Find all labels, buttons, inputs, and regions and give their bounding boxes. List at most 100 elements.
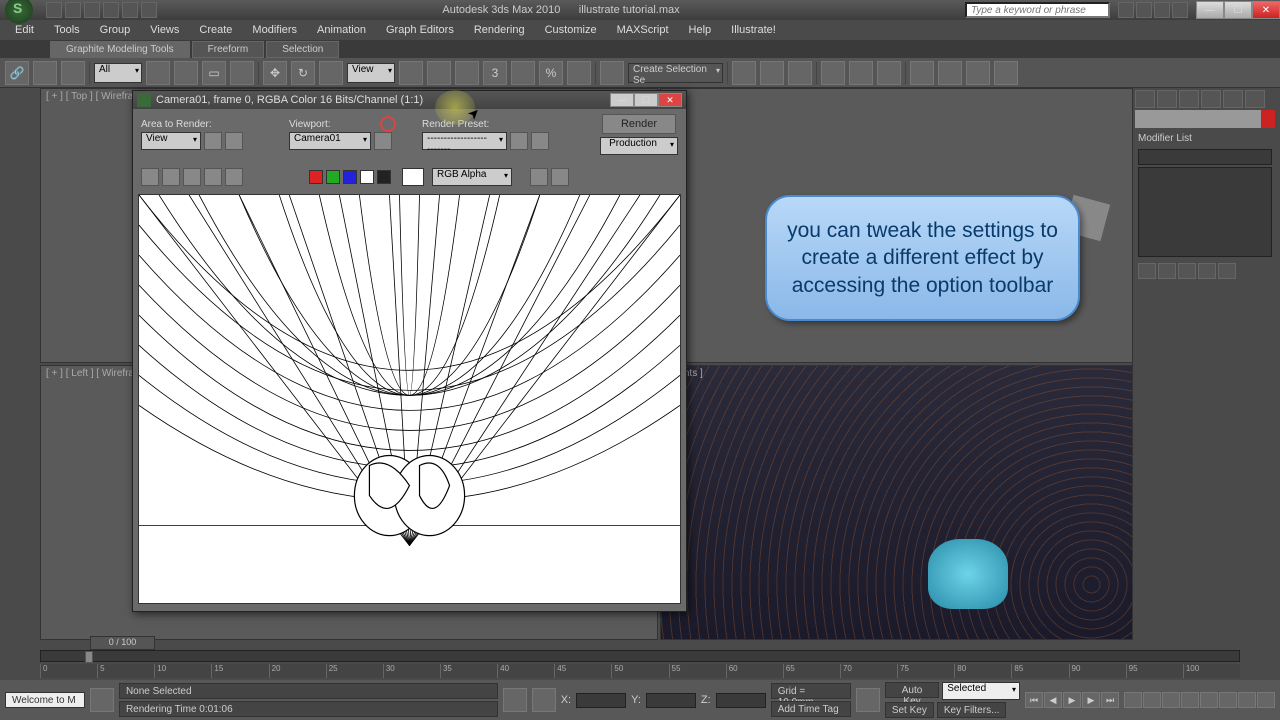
layer-icon[interactable]	[788, 61, 812, 85]
spinner-snap-icon[interactable]: %	[539, 61, 563, 85]
prev-frame-icon[interactable]: ◀	[1044, 692, 1062, 708]
create-tab-icon[interactable]	[1135, 90, 1155, 108]
ribbon-tab-2[interactable]: Selection	[266, 41, 339, 58]
menu-edit[interactable]: Edit	[5, 22, 44, 38]
key-mode-icon[interactable]	[856, 688, 880, 712]
keyfilters-button[interactable]: Key Filters...	[937, 702, 1007, 718]
schematic-icon[interactable]	[849, 61, 873, 85]
configure-icon[interactable]	[1218, 263, 1236, 279]
object-color-swatch[interactable]	[1261, 110, 1275, 128]
menu-create[interactable]: Create	[189, 22, 242, 38]
ribbon-tab-0[interactable]: Graphite Modeling Tools	[50, 41, 190, 58]
lock-ui-icon[interactable]	[90, 688, 114, 712]
favorites-icon[interactable]	[1136, 2, 1152, 18]
modify-tab-icon[interactable]	[1157, 90, 1177, 108]
max-toggle-icon[interactable]	[1257, 692, 1275, 708]
teapot-icon[interactable]	[994, 61, 1018, 85]
scale-icon[interactable]	[319, 61, 343, 85]
isolate-icon[interactable]	[503, 688, 527, 712]
menu-graph editors[interactable]: Graph Editors	[376, 22, 464, 38]
lock-sel-icon[interactable]	[532, 688, 556, 712]
zoom-icon[interactable]	[1143, 692, 1161, 708]
object-name-field[interactable]	[1135, 110, 1261, 128]
clear-icon[interactable]	[225, 168, 243, 186]
output-dropdown[interactable]: Production	[600, 137, 678, 155]
save-image-icon[interactable]	[141, 168, 159, 186]
bind-icon[interactable]	[61, 61, 85, 85]
render-button[interactable]: Render	[602, 114, 676, 134]
help-icon[interactable]	[1154, 2, 1170, 18]
z-input[interactable]	[716, 693, 766, 708]
render-output[interactable]	[138, 194, 681, 604]
alpha-channel-toggle[interactable]	[360, 170, 374, 184]
qat-undo-icon[interactable]	[103, 2, 119, 18]
unique-icon[interactable]	[1178, 263, 1196, 279]
play-icon[interactable]: ▶	[1063, 692, 1081, 708]
mirror-icon[interactable]	[732, 61, 756, 85]
preset-dropdown[interactable]: -------------------------	[422, 132, 507, 150]
lock-viewport-icon[interactable]	[374, 132, 392, 150]
select-object-icon[interactable]	[146, 61, 170, 85]
auto-region-icon[interactable]	[225, 132, 243, 150]
hierarchy-tab-icon[interactable]	[1179, 90, 1199, 108]
blue-channel-toggle[interactable]	[343, 170, 357, 184]
qat-redo-icon[interactable]	[122, 2, 138, 18]
angle-snap-icon[interactable]: 3	[483, 61, 507, 85]
edit-region-icon[interactable]	[204, 132, 222, 150]
zoom-all-icon[interactable]	[1162, 692, 1180, 708]
menu-maxscript[interactable]: MAXScript	[607, 22, 679, 38]
zoom-ext-icon[interactable]	[1181, 692, 1199, 708]
fov-icon[interactable]	[1200, 692, 1218, 708]
autokey-button[interactable]: Auto Key	[885, 682, 939, 698]
percent-snap-icon[interactable]	[511, 61, 535, 85]
pan-view-icon[interactable]	[1219, 692, 1237, 708]
toggle-overlay-icon[interactable]	[551, 168, 569, 186]
render-setup-icon2[interactable]	[510, 132, 528, 150]
menu-illustrate![interactable]: Illustrate!	[721, 22, 786, 38]
pivot-icon[interactable]	[399, 61, 423, 85]
modifier-stack[interactable]	[1138, 167, 1272, 257]
copy-image-icon[interactable]	[162, 168, 180, 186]
bg-color-swatch[interactable]	[402, 168, 424, 186]
menu-tools[interactable]: Tools	[44, 22, 90, 38]
modifier-list-dropdown[interactable]	[1138, 149, 1272, 165]
red-channel-toggle[interactable]	[309, 170, 323, 184]
named-selset-icon[interactable]	[600, 61, 624, 85]
menu-customize[interactable]: Customize	[535, 22, 607, 38]
about-icon[interactable]	[1172, 2, 1188, 18]
edit-selset-icon[interactable]	[567, 61, 591, 85]
env-icon[interactable]	[531, 132, 549, 150]
qat-open-icon[interactable]	[65, 2, 81, 18]
unlink-icon[interactable]	[33, 61, 57, 85]
search-input[interactable]	[965, 2, 1110, 18]
render-prod-icon[interactable]	[966, 61, 990, 85]
time-slider-track[interactable]	[40, 650, 1240, 662]
green-channel-toggle[interactable]	[326, 170, 340, 184]
menu-views[interactable]: Views	[140, 22, 189, 38]
qat-new-icon[interactable]	[46, 2, 62, 18]
pin-stack-icon[interactable]	[1138, 263, 1156, 279]
align-icon[interactable]	[760, 61, 784, 85]
orbit-icon[interactable]	[1238, 692, 1256, 708]
setkey-button[interactable]: Set Key	[885, 702, 934, 718]
menu-animation[interactable]: Animation	[307, 22, 376, 38]
selection-filter-dropdown[interactable]: All	[94, 63, 142, 83]
time-tag[interactable]: Add Time Tag	[771, 701, 851, 717]
material-icon[interactable]	[877, 61, 901, 85]
maximize-button[interactable]: ☐	[1224, 1, 1252, 19]
rotate-icon[interactable]: ↻	[291, 61, 315, 85]
select-rect-icon[interactable]: ▭	[202, 61, 226, 85]
pan-icon[interactable]	[1124, 692, 1142, 708]
goto-start-icon[interactable]: ⏮	[1025, 692, 1043, 708]
ref-coord-dropdown[interactable]: View	[347, 63, 395, 83]
manip-icon[interactable]	[427, 61, 451, 85]
motion-tab-icon[interactable]	[1201, 90, 1221, 108]
menu-group[interactable]: Group	[90, 22, 141, 38]
minimize-button[interactable]: —	[1196, 1, 1224, 19]
move-icon[interactable]: ✥	[263, 61, 287, 85]
y-input[interactable]	[646, 693, 696, 708]
link-icon[interactable]: 🔗	[5, 61, 29, 85]
rw-maximize-button[interactable]: ☐	[634, 93, 658, 107]
goto-end-icon[interactable]: ⏭	[1101, 692, 1119, 708]
window-crossing-icon[interactable]	[230, 61, 254, 85]
